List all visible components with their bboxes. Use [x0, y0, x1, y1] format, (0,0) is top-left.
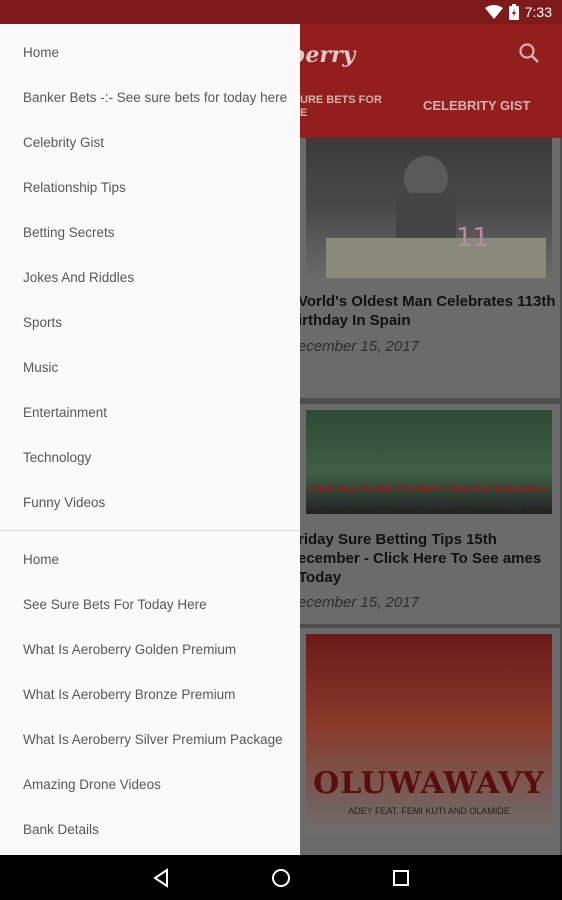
article-image: 11 [306, 138, 552, 278]
drawer-menu-primary: Home Banker Bets -:- See sure bets for t… [0, 24, 300, 525]
image-overlay-line-1: Click Here To See The Surest Bets For To… [309, 484, 549, 495]
drawer-item-celebrity-gist[interactable]: Celebrity Gist [0, 120, 300, 165]
drawer-item-technology[interactable]: Technology [0, 435, 300, 480]
search-button[interactable] [518, 42, 544, 68]
drawer-item-bank-details[interactable]: Bank Details [0, 807, 300, 852]
article-image: OLUWAWAVY ADEY FEAT. FEMI KUTI AND OLAMI… [306, 634, 552, 834]
drawer-item-entertainment[interactable]: Entertainment [0, 390, 300, 435]
article-card[interactable]: OLUWAWAVY ADEY FEAT. FEMI KUTI AND OLAMI… [298, 628, 560, 855]
drawer-item-bronze-premium[interactable]: What Is Aeroberry Bronze Premium [0, 672, 300, 717]
status-bar: 7:33 [0, 0, 562, 24]
drawer-item-golden-premium[interactable]: What Is Aeroberry Golden Premium [0, 627, 300, 672]
drawer-item-see-sure-bets[interactable]: See Sure Bets For Today Here [0, 582, 300, 627]
tab-celebrity-gist[interactable]: CELEBRITY GIST [423, 98, 530, 113]
back-button[interactable] [131, 855, 191, 900]
article-image: Click Here To See The Surest Bets For To… [306, 410, 552, 514]
wifi-icon [484, 5, 503, 19]
recents-button[interactable] [371, 855, 431, 900]
drawer-item-jokes-and-riddles[interactable]: Jokes And Riddles [0, 255, 300, 300]
artwork-title: OLUWAWAVY [313, 766, 545, 801]
status-icons: 7:33 [484, 0, 552, 24]
drawer-menu-secondary: Home See Sure Bets For Today Here What I… [0, 537, 300, 852]
navigation-drawer: Home Banker Bets -:- See sure bets for t… [0, 24, 300, 855]
article-date: ecember 15, 2017 [298, 338, 419, 355]
drawer-item-relationship-tips[interactable]: Relationship Tips [0, 165, 300, 210]
drawer-item-betting-secrets[interactable]: Betting Secrets [0, 210, 300, 255]
home-circle-icon [272, 868, 290, 887]
drawer-item-home-secondary[interactable]: Home [0, 537, 300, 582]
search-icon [519, 43, 539, 63]
drawer-divider [0, 530, 300, 531]
article-title: riday Sure Betting Tips 15th ecember - C… [298, 531, 542, 586]
birthday-cake-image: 11 [326, 156, 546, 278]
drawer-item-music[interactable]: Music [0, 345, 300, 390]
back-triangle-icon [153, 867, 168, 888]
recents-square-icon [393, 869, 409, 886]
article-date: ecember 15, 2017 [298, 594, 419, 611]
artwork-subtitle: ADEY FEAT. FEMI KUTI AND OLAMIDE [348, 806, 510, 816]
drawer-item-banker-bets[interactable]: Banker Bets -:- See sure bets for today … [0, 75, 300, 120]
status-time: 7:33 [524, 4, 552, 20]
battery-icon [508, 4, 519, 20]
image-overlay-line-2: Click Here To See The Surest Bets For To… [310, 498, 548, 509]
article-title: Vorld's Oldest Man Celebrates 113th irth… [298, 293, 556, 329]
tab-sure-bets[interactable]: URE BETS FOR E [300, 94, 390, 120]
system-navigation-bar [0, 855, 562, 900]
article-card[interactable]: 11 Vorld's Oldest Man Celebrates 113th i… [298, 138, 560, 398]
drawer-item-silver-premium[interactable]: What Is Aeroberry Silver Premium Package [0, 717, 300, 762]
drawer-item-home[interactable]: Home [0, 30, 300, 75]
svg-text:11: 11 [456, 223, 489, 253]
home-button[interactable] [251, 855, 311, 900]
drawer-item-sports[interactable]: Sports [0, 300, 300, 345]
drawer-item-funny-videos[interactable]: Funny Videos [0, 480, 300, 525]
drawer-item-drone-videos[interactable]: Amazing Drone Videos [0, 762, 300, 807]
article-card[interactable]: Click Here To See The Surest Bets For To… [298, 404, 560, 624]
